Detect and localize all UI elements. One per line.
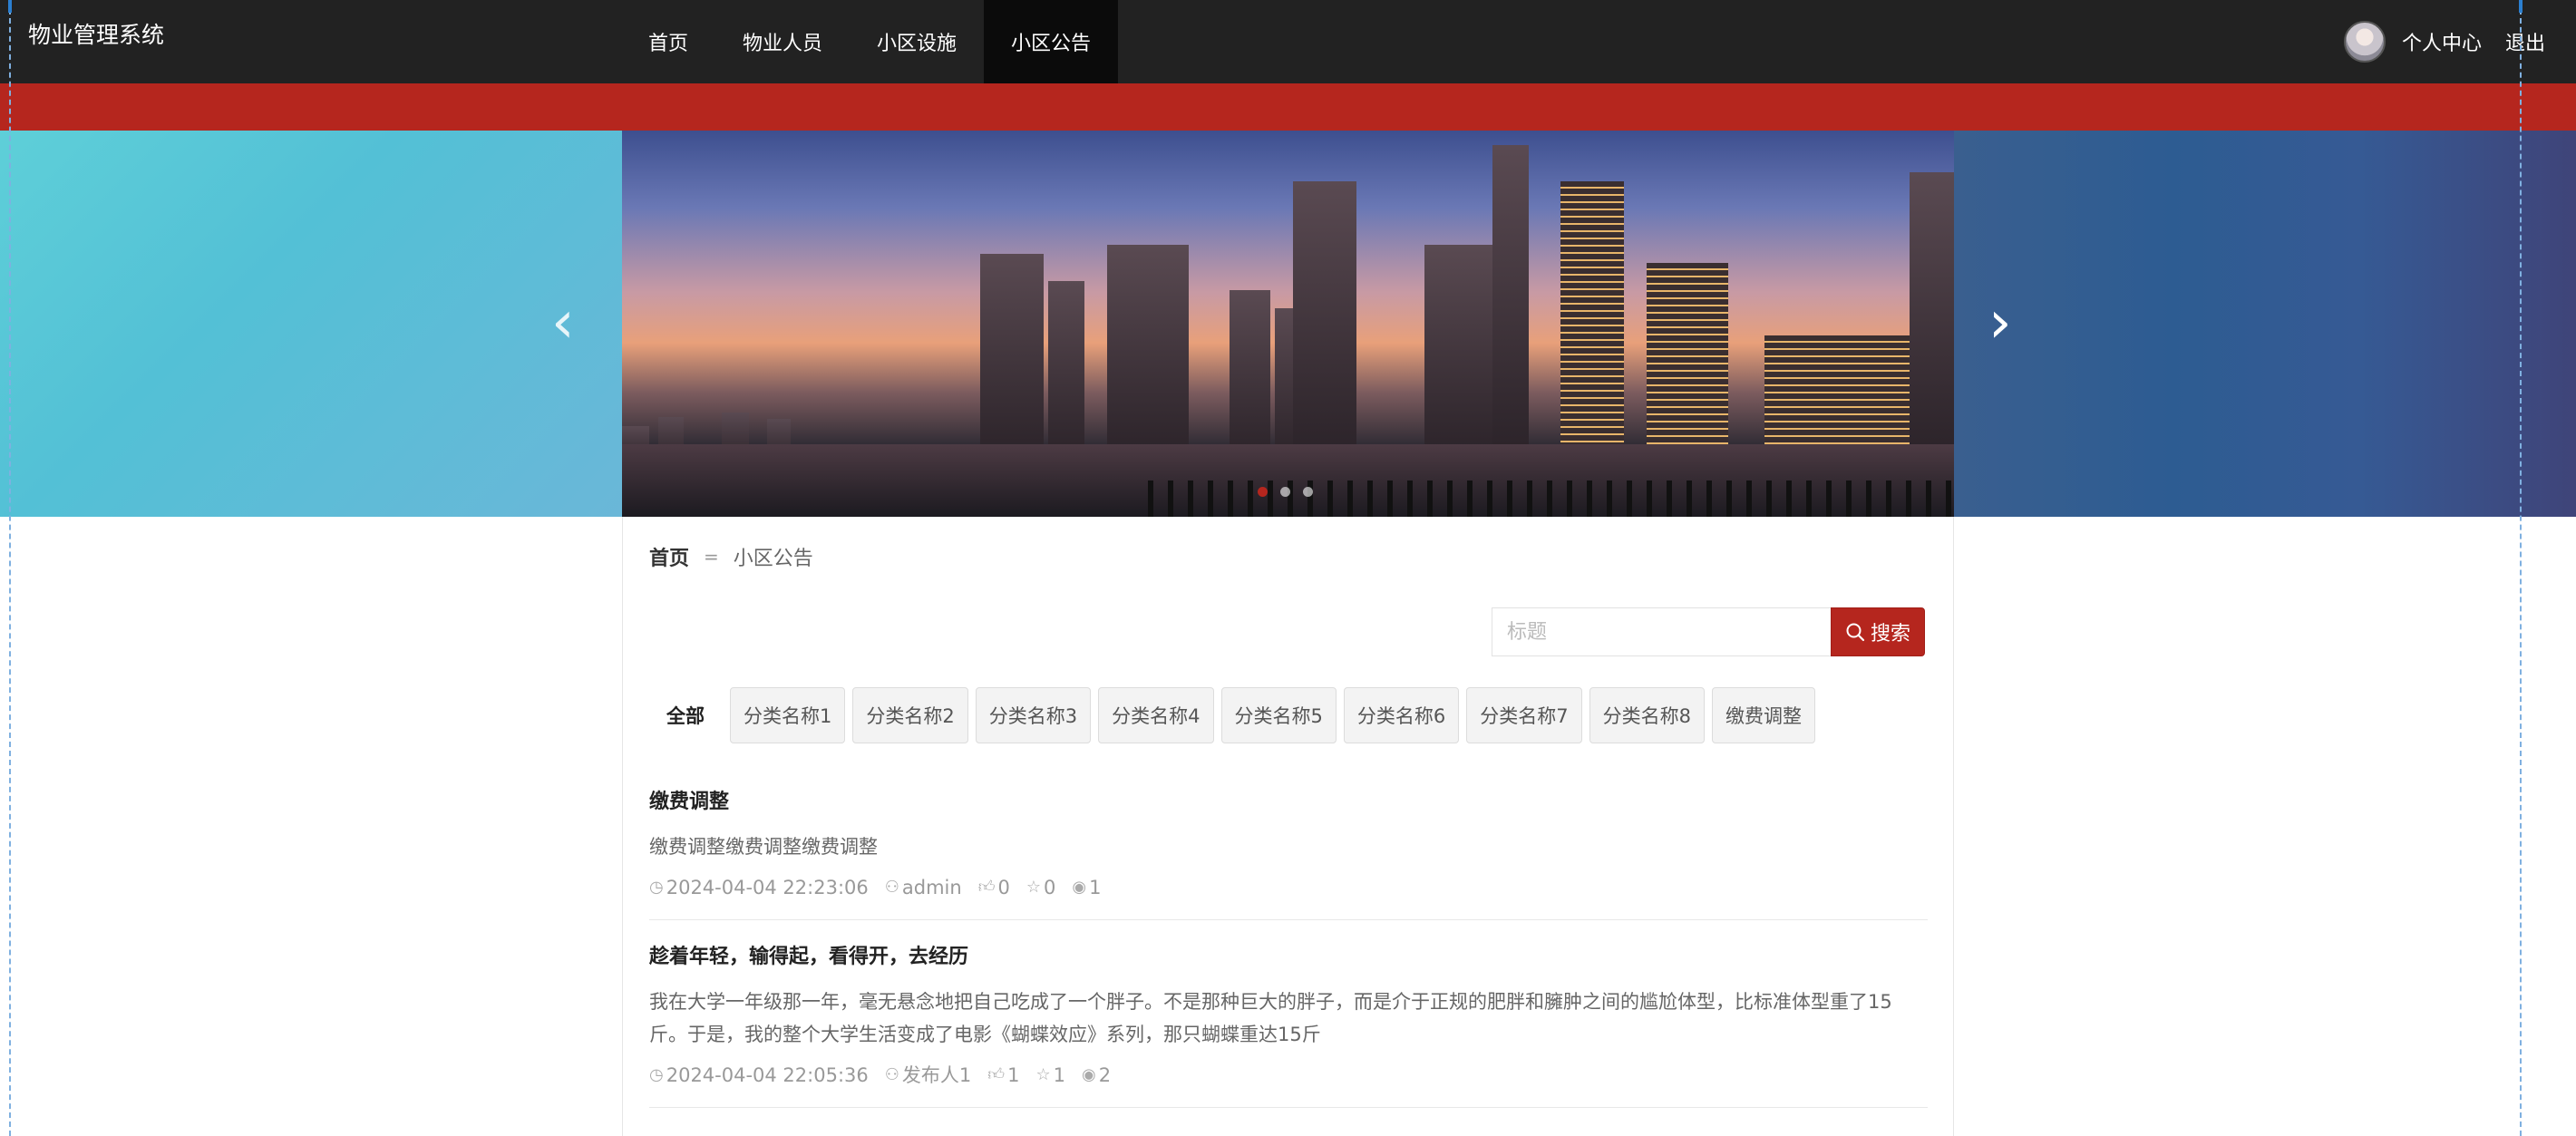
list-item[interactable]: 缴费调整 缴费调整缴费调整缴费调整 ◷ 2024-04-04 22:23:06 ⚇… [649,789,1928,920]
search-button-label: 搜索 [1870,623,1910,646]
top-navbar: 物业管理系统 首页 物业人员 小区设施 小区公告 个人中心 退出 [0,0,2576,83]
tab-category-fee-adjust[interactable]: 缴费调整 [1712,687,1815,743]
tab-category-7[interactable]: 分类名称7 [1466,687,1582,743]
tab-category-2[interactable]: 分类名称2 [852,687,968,743]
carousel-dot-3[interactable] [1303,487,1313,497]
notice-title[interactable]: 趁着年轻，输得起，看得开，去经历 [649,944,1928,971]
banner-next-slide-preview [1954,131,2576,517]
clock-icon: ◷ [649,878,664,897]
category-tabs: 全部 分类名称1 分类名称2 分类名称3 分类名称4 分类名称5 分类名称6 分… [646,687,1815,743]
building [1230,290,1270,462]
notice-summary: 缴费调整缴费调整缴费调整 [649,836,878,858]
nav-home[interactable]: 首页 [621,0,715,83]
logout-link[interactable]: 退出 [2505,27,2545,56]
tab-category-4[interactable]: 分类名称4 [1098,687,1214,743]
building [1560,181,1624,462]
star-icon[interactable]: ☆ [1035,1062,1050,1089]
search-input[interactable] [1492,607,1831,656]
main-content: 首页 = 小区公告 搜索 全部 分类名称1 分类名称2 分类名称3 分类名称4 … [622,517,1954,1136]
guide-line-left [9,0,11,1136]
thumbs-up-icon[interactable]: 👍︎ [987,1062,1005,1089]
user-icon: ⚇ [884,878,899,897]
breadcrumb: 首页 = 小区公告 [649,542,813,571]
user-center-link[interactable]: 个人中心 [2402,27,2482,56]
carousel-dot-2[interactable] [1280,487,1290,497]
view-count: 1 [1089,877,1102,898]
chevron-left-icon[interactable]: ‹ [551,294,575,352]
search-bar: 搜索 [1492,607,1925,656]
tab-category-6[interactable]: 分类名称6 [1343,687,1460,743]
banner-image-city [622,131,1954,517]
railing [1148,481,1954,517]
guide-marker [8,0,12,13]
breadcrumb-separator: = [704,546,719,568]
favorite-count: 0 [1044,877,1056,898]
tab-category-5[interactable]: 分类名称5 [1220,687,1337,743]
like-count: 0 [997,877,1010,898]
chevron-right-icon[interactable]: › [1988,294,2012,352]
tab-all[interactable]: 全部 [646,687,723,743]
avatar[interactable] [2343,21,2386,63]
carousel-dot-1[interactable] [1258,487,1268,497]
like-count: 1 [1007,1064,1020,1086]
star-icon[interactable]: ☆ [1026,874,1041,901]
building [1492,145,1529,462]
clock-icon: ◷ [649,1065,664,1084]
guide-line-right [2520,0,2522,1136]
thumbs-up-icon[interactable]: 👍︎ [978,874,996,901]
brand-title[interactable]: 物业管理系统 [28,22,164,49]
notice-title[interactable]: 缴费调整 [649,789,1928,816]
notice-author: 发布人1 [901,1064,972,1086]
user-icon: ⚇ [884,1065,899,1084]
carousel-indicators [1258,487,1313,497]
tab-category-1[interactable]: 分类名称1 [730,687,846,743]
search-icon [1846,623,1865,642]
notice-meta: ◷ 2024-04-04 22:23:06 ⚇ admin 👍︎ 0 ☆ 0 ◉ 1 [649,874,1928,901]
view-count: 2 [1098,1064,1112,1086]
main-nav: 首页 物业人员 小区设施 小区公告 [621,0,1119,83]
eye-icon: ◉ [1081,1065,1096,1084]
building [1647,263,1728,462]
notice-list: 缴费调整 缴费调整缴费调整缴费调整 ◷ 2024-04-04 22:23:06 ⚇… [649,789,1928,1131]
building [1910,172,1954,462]
breadcrumb-current: 小区公告 [733,548,813,570]
notice-time: 2024-04-04 22:23:06 [666,877,869,898]
list-item[interactable]: 趁着年轻，输得起，看得开，去经历 我在大学一年级那一年，毫无悬念地把自己吃成了一… [649,944,1928,1108]
favorite-count: 1 [1053,1064,1065,1086]
nav-facilities[interactable]: 小区设施 [850,0,984,83]
notice-author: admin [901,877,962,898]
nav-staff[interactable]: 物业人员 [715,0,850,83]
nav-announcements[interactable]: 小区公告 [984,0,1119,83]
banner-carousel: ‹ › [0,131,2576,517]
breadcrumb-home[interactable]: 首页 [649,542,689,571]
guide-marker [2519,0,2523,13]
search-button[interactable]: 搜索 [1831,607,1925,656]
user-area: 个人中心 退出 [2343,0,2545,83]
notice-meta: ◷ 2024-04-04 22:05:36 ⚇ 发布人1 👍︎ 1 ☆ 1 ◉ 2 [649,1062,1928,1089]
building [1293,181,1356,462]
accent-bar [0,83,2576,131]
tab-category-8[interactable]: 分类名称8 [1589,687,1705,743]
banner-prev-slide-preview [0,131,622,517]
building [980,254,1044,462]
notice-time: 2024-04-04 22:05:36 [666,1064,869,1086]
building [1107,245,1189,462]
tab-category-3[interactable]: 分类名称3 [975,687,1092,743]
eye-icon: ◉ [1072,878,1087,897]
building [1048,281,1084,462]
notice-summary: 我在大学一年级那一年，毫无悬念地把自己吃成了一个胖子。不是那种巨大的胖子，而是介… [649,991,1892,1045]
